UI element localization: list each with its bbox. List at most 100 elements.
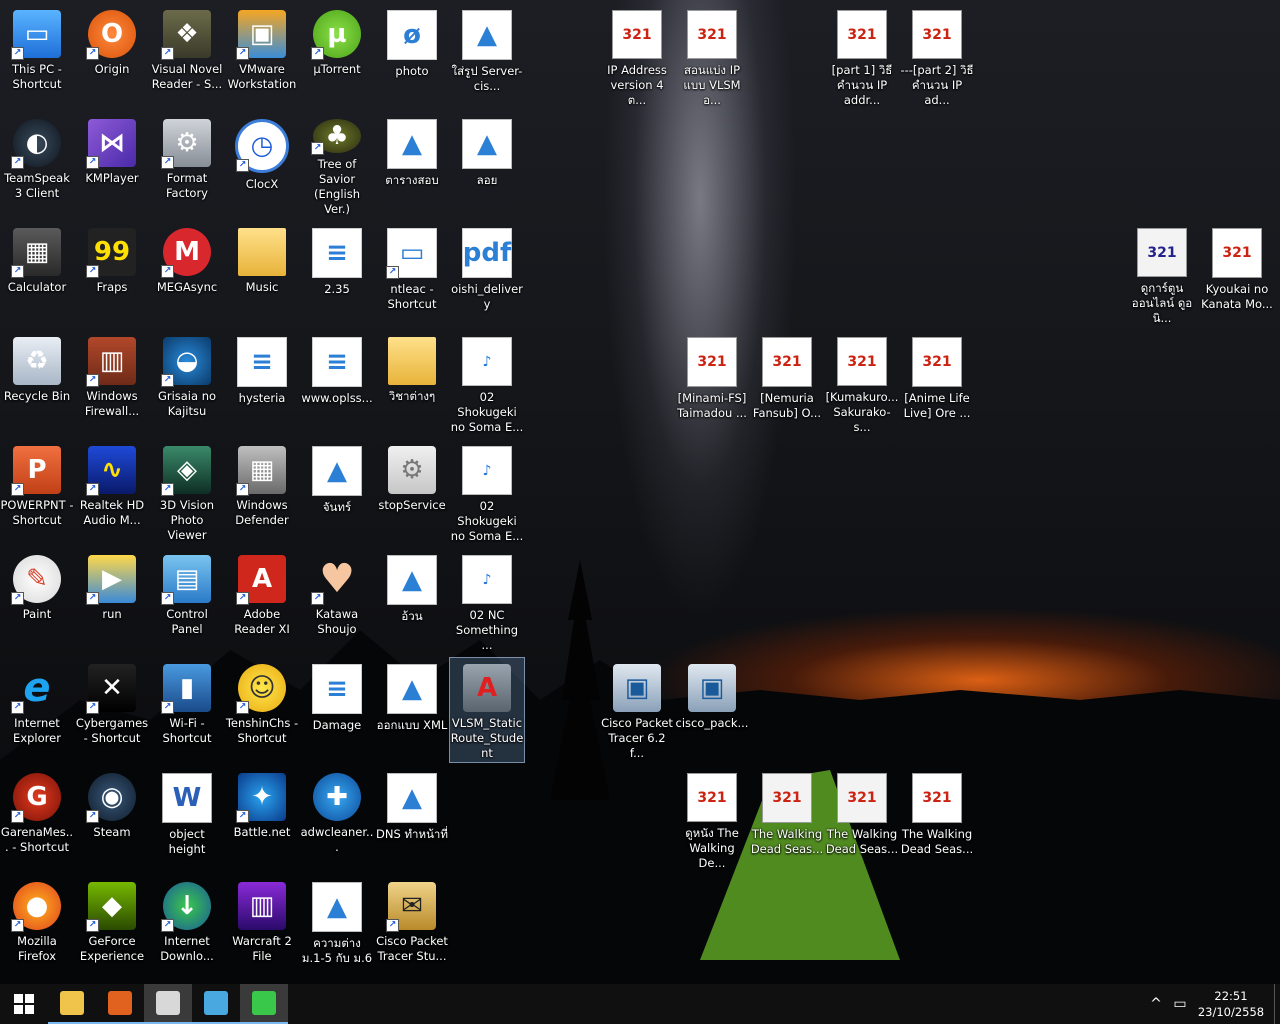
icon-glyph: 321 [1147, 244, 1177, 261]
taskbar-firefox[interactable] [96, 984, 144, 1024]
desktop-icon[interactable]: ⋈ ↗ KMPlayer [75, 113, 149, 217]
desktop-icon[interactable]: ✚ adwcleaner... [300, 767, 374, 871]
desktop-icon[interactable]: ◐ ↗ TeamSpeak 3 Client [0, 113, 74, 217]
desktop-icon[interactable]: ▲ DNS ทำหน้าที่ [375, 767, 449, 871]
mp4-video-icon: 321 [837, 10, 887, 59]
notifications-icon[interactable]: ▭ [1168, 984, 1192, 1024]
desktop-icon[interactable]: 99 ↗ Fraps [75, 222, 149, 326]
desktop-icon[interactable]: M ↗ MEGAsync [150, 222, 224, 326]
desktop-icon[interactable]: ◆ ↗ GeForce Experience [75, 876, 149, 980]
desktop-icon[interactable]: 321 ดูการ์ตูนออนไลน์ ดูอนิ... [1125, 222, 1199, 326]
desktop-icon[interactable]: ◉ ↗ Steam [75, 767, 149, 871]
desktop-icon-label: Origin [94, 62, 130, 76]
icon-glyph: ▣ [624, 673, 650, 703]
desktop-icon[interactable]: ≡ www.oplss... [300, 331, 374, 435]
desktop-icon[interactable]: ✕ ↗ Cybergames - Shortcut [75, 658, 149, 762]
desktop-icon[interactable]: ▤ ↗ Control Panel [150, 549, 224, 653]
show-hidden-icons-chevron-icon[interactable]: ^ [1144, 984, 1168, 1024]
format-factory-icon: ⚙ ↗ [161, 119, 211, 169]
icon-glyph: O [100, 19, 124, 49]
desktop-icon[interactable]: ▥ Warcraft 2 File [225, 876, 299, 980]
desktop-icon[interactable]: 321 ---[part 2] วิธีคำนวน IP ad... [900, 4, 974, 108]
desktop-icon[interactable]: µ ↗ µTorrent [300, 4, 374, 108]
taskbar-media-player-classic[interactable] [144, 984, 192, 1024]
desktop-icon-label: ลอย [476, 173, 498, 187]
desktop-icon[interactable]: pdf oishi_delivery [450, 222, 524, 326]
desktop-icon[interactable]: Wobject height [150, 767, 224, 871]
desktop-icon[interactable]: G ↗ GarenaMes... - Shortcut [0, 767, 74, 871]
desktop-icon[interactable]: ♪ 02 Shokugeki no Soma E... [450, 331, 524, 435]
desktop-icon[interactable]: ✎ ↗ Paint [0, 549, 74, 653]
desktop-icon[interactable]: ▭ ↗ This PC - Shortcut [0, 4, 74, 108]
desktop-icon[interactable]: ▲ จันทร์ [300, 440, 374, 544]
desktop-icon[interactable]: 321 [Anime Life Live] Ore ... [900, 331, 974, 435]
desktop-icon[interactable]: ♣ ↗ Tree of Savior (English Ver.) [300, 113, 374, 217]
desktop-icon[interactable]: ● ↗ Mozilla Firefox [0, 876, 74, 980]
icon-glyph: ✉ [401, 891, 423, 921]
desktop-icon[interactable]: O ↗ Origin [75, 4, 149, 108]
desktop-icon[interactable]: 321 [Nemuria Fansub] O... [750, 331, 824, 435]
start-button[interactable] [0, 984, 48, 1024]
desktop-icon[interactable]: 321 The Walking Dead Seas... [825, 767, 899, 871]
desktop-icon[interactable]: ▣ ↗ VMware Workstation [225, 4, 299, 108]
desktop-icon[interactable]: ▮ ↗ Wi-Fi - Shortcut [150, 658, 224, 762]
desktop-icon-label: อ้วน [401, 609, 423, 623]
desktop-icon[interactable]: 321 The Walking Dead Seas... [750, 767, 824, 871]
desktop-icon[interactable]: 321 สอนแบ่ง IP แบบ VLSM อ... [675, 4, 749, 108]
desktop-icon[interactable]: ⚙ stopService [375, 440, 449, 544]
desktop-icon[interactable]: ▣ cisco_pack... [675, 658, 749, 762]
desktop[interactable]: ▭ ↗ This PC - Shortcut ◐ ↗ TeamSpeak 3 Client… [0, 0, 1280, 984]
desktop-icon[interactable]: ≡ Damage [300, 658, 374, 762]
desktop-icon[interactable]: 321 [Minami-FS] Taimadou ... [675, 331, 749, 435]
desktop-icon[interactable]: ☺ ↗ TenshinChs - Shortcut [225, 658, 299, 762]
desktop-icon-label: 3D Vision Photo Viewer [159, 498, 215, 542]
taskbar-media-player[interactable] [192, 984, 240, 1024]
desktop-icon[interactable]: ◈ ↗ 3D Vision Photo Viewer [150, 440, 224, 544]
desktop-icon[interactable]: ▥ ↗ Windows Firewall... [75, 331, 149, 435]
3d-vision-icon: ◈ ↗ [161, 446, 211, 496]
desktop-icon[interactable]: ▶ ↗ run [75, 549, 149, 653]
desktop-icon[interactable]: ✉ ↗ Cisco Packet Tracer Stu... [375, 876, 449, 980]
desktop-icon[interactable]: ♪ 02 NC Something ... [450, 549, 524, 653]
desktop-icon[interactable]: Music [225, 222, 299, 326]
desktop-icon[interactable]: ø photo [375, 4, 449, 108]
desktop-icon[interactable]: ▲ ความต่าง ม.1-5 กับ ม.6 [300, 876, 374, 980]
desktop-icon[interactable]: ⚙ ↗ Format Factory [150, 113, 224, 217]
desktop-icon[interactable]: ♥ ↗ Katawa Shoujo [300, 549, 374, 653]
desktop-icon[interactable]: ▲ ใส่รูป Server-cis... [450, 4, 524, 108]
desktop-icon[interactable]: 321 IP Address version 4 ต... [600, 4, 674, 108]
desktop-icon[interactable]: ↓ ↗ Internet Downlo... [150, 876, 224, 980]
desktop-icon[interactable]: ▣ Cisco Packet Tracer 6.2 f... [600, 658, 674, 762]
desktop-icon[interactable]: ≡ 2.35 [300, 222, 374, 326]
desktop-icon[interactable]: ≡ hysteria [225, 331, 299, 435]
desktop-icon[interactable]: e ↗ Internet Explorer [0, 658, 74, 762]
desktop-icon[interactable]: 321 The Walking Dead Seas... [900, 767, 974, 871]
desktop-icon[interactable]: ❖ ↗ Visual Novel Reader - S... [150, 4, 224, 108]
desktop-icon[interactable]: 321 ดูหนัง The Walking De... [675, 767, 749, 871]
desktop-icon[interactable]: 321 [part 1] วิธีคำนวน IP addr... [825, 4, 899, 108]
taskbar-internet-download-manager[interactable] [240, 984, 288, 1024]
clock[interactable]: 22:51 23/10/2558 [1192, 988, 1270, 1020]
show-desktop-button[interactable] [1274, 984, 1280, 1024]
desktop-icon[interactable]: A ↗ Adobe Reader XI [225, 549, 299, 653]
desktop-icon[interactable]: ∿ ↗ Realtek HD Audio M... [75, 440, 149, 544]
desktop-icon[interactable]: ◒ ↗ Grisaia no Kajitsu [150, 331, 224, 435]
desktop-icon[interactable]: ▲ ตารางสอบ [375, 113, 449, 217]
taskbar-file-explorer[interactable] [48, 984, 96, 1024]
desktop-icon[interactable]: ♻ Recycle Bin [0, 331, 74, 435]
desktop-icon[interactable]: ✦ ↗ Battle.net [225, 767, 299, 871]
desktop-icon[interactable]: ▦ ↗ Windows Defender [225, 440, 299, 544]
desktop-icon[interactable]: ▭ ↗ ntleac - Shortcut [375, 222, 449, 326]
desktop-icon[interactable]: 321 [Kumakuro... Sakurako-s... [825, 331, 899, 435]
desktop-icon[interactable]: ▲ ออกแบบ XML [375, 658, 449, 762]
desktop-icon[interactable]: 321 Kyoukai no Kanata Mo... [1200, 222, 1274, 326]
desktop-icon[interactable]: วิชาต่างๆ [375, 331, 449, 435]
desktop-icon[interactable]: ▲ อ้วน [375, 549, 449, 653]
shortcut-arrow-icon: ↗ [11, 47, 24, 60]
desktop-icon[interactable]: ▦ ↗ Calculator [0, 222, 74, 326]
desktop-icon[interactable]: P ↗ POWERPNT - Shortcut [0, 440, 74, 544]
desktop-icon[interactable]: ◷ ↗ ClocX [225, 113, 299, 217]
desktop-icon[interactable]: ▲ ลอย [450, 113, 524, 217]
desktop-icon[interactable]: A VLSM_StaticRoute_Student [449, 657, 525, 763]
desktop-icon[interactable]: ♪ 02 Shokugeki no Soma E... [450, 440, 524, 544]
